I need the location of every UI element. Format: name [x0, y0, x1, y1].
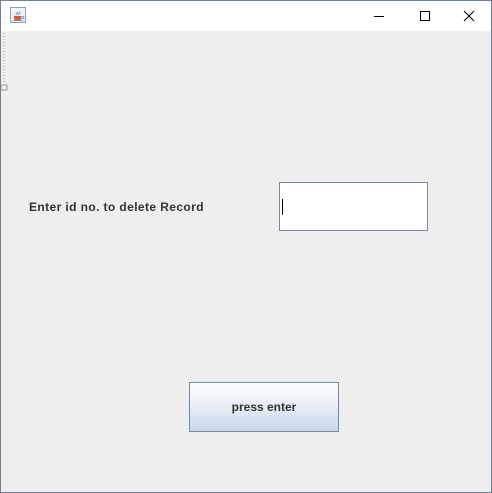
app-window: Enter id no. to delete Record press ente…	[0, 0, 492, 493]
press-enter-button[interactable]: press enter	[189, 382, 339, 432]
maximize-icon	[420, 11, 430, 21]
minimize-icon	[374, 16, 384, 17]
background-window-edge	[0, 31, 8, 91]
maximize-button[interactable]	[402, 1, 448, 31]
text-caret	[282, 199, 283, 215]
id-number-input[interactable]	[279, 182, 428, 231]
java-coffee-cup-icon	[10, 7, 26, 23]
close-icon	[463, 10, 475, 22]
close-button[interactable]	[446, 1, 492, 31]
title-bar[interactable]	[1, 1, 491, 31]
minimize-button[interactable]	[356, 1, 402, 31]
delete-record-prompt-label: Enter id no. to delete Record	[29, 200, 204, 214]
